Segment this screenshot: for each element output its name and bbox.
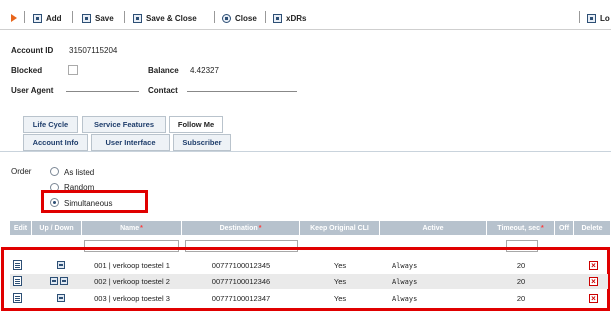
save-button[interactable]: Save <box>82 11 114 25</box>
logout-icon <box>587 13 596 23</box>
order-label: Order <box>11 167 32 176</box>
row-keep-cli: Yes <box>333 294 347 303</box>
col-keep-cli: Keep Original CLI <box>300 221 380 235</box>
col-delete: Delete <box>574 221 611 235</box>
col-name: Name * <box>82 221 182 235</box>
user-agent-value <box>66 91 139 92</box>
row-destination: 00777100012346 <box>211 277 271 286</box>
tab-life-cycle[interactable]: Life Cycle <box>23 116 78 133</box>
col-off: Off <box>555 221 574 235</box>
contact-label: Contact <box>148 86 178 95</box>
row-name: 002 | verkoop toestel 2 <box>94 277 170 286</box>
col-timeout: Timeout, sec * <box>487 221 555 235</box>
tab-follow-me[interactable]: Follow Me <box>169 116 223 133</box>
edit-icon[interactable] <box>13 260 22 270</box>
delete-icon[interactable]: × <box>589 277 598 286</box>
col-destination: Destination * <box>182 221 300 235</box>
tab-user-interface[interactable]: User Interface <box>91 134 170 151</box>
required-mark: * <box>258 224 262 232</box>
row-keep-cli: Yes <box>333 261 347 270</box>
save-icon <box>82 13 91 23</box>
close-button[interactable]: Close <box>222 11 257 25</box>
move-down-icon[interactable] <box>57 261 65 269</box>
toolbar-divider <box>265 11 266 23</box>
row-destination: 00777100012347 <box>211 294 271 303</box>
required-mark: * <box>540 224 544 232</box>
row-active: Always <box>392 261 418 270</box>
move-down-icon[interactable] <box>60 277 68 285</box>
contact-value <box>187 91 297 92</box>
col-updown: Up / Down <box>32 221 82 235</box>
xdrs-icon <box>273 13 282 23</box>
row-active: Always <box>392 277 418 286</box>
blocked-label: Blocked <box>11 66 43 75</box>
add-button[interactable]: Add <box>33 11 62 25</box>
order-as-listed-radio[interactable] <box>50 167 59 176</box>
balance-label: Balance <box>148 66 179 75</box>
row-timeout: 20 <box>516 294 526 303</box>
order-simultaneous-radio-front[interactable] <box>50 198 59 207</box>
toolbar-divider <box>579 11 580 23</box>
row-timeout: 20 <box>516 277 526 286</box>
edit-icon[interactable] <box>13 293 22 303</box>
toolbar: Add Save Save & Close Close xDRs Lo <box>0 0 611 30</box>
blocked-checkbox[interactable] <box>68 65 78 75</box>
edit-icon[interactable] <box>13 276 22 286</box>
tab-divider <box>0 151 611 152</box>
play-arrow-icon <box>11 14 17 22</box>
row-name: 001 | verkoop toestel 1 <box>94 261 170 270</box>
row-destination: 00777100012345 <box>211 261 271 270</box>
save-close-icon <box>133 13 142 23</box>
toolbar-divider <box>214 11 215 23</box>
toolbar-divider <box>124 11 125 23</box>
required-mark: * <box>140 224 143 232</box>
move-up-icon[interactable] <box>57 294 65 302</box>
row-timeout: 20 <box>516 261 526 270</box>
toolbar-divider <box>72 11 73 23</box>
tab-service-features[interactable]: Service Features <box>82 116 166 133</box>
col-edit: Edit <box>10 221 32 235</box>
logout-button[interactable]: Lo <box>587 11 610 25</box>
toolbar-divider <box>24 11 25 23</box>
delete-icon[interactable]: × <box>589 261 598 270</box>
save-close-button[interactable]: Save & Close <box>133 11 197 25</box>
col-active: Active <box>380 221 487 235</box>
table-row: 003 | verkoop toestel 3 00777100012347 Y… <box>10 291 608 306</box>
account-id-label: Account ID <box>11 46 54 55</box>
table-row: 002 | verkoop toestel 2 00777100012346 Y… <box>10 274 608 289</box>
tab-subscriber[interactable]: Subscriber <box>173 134 231 151</box>
order-simultaneous-text: Simultaneous <box>64 199 113 208</box>
row-active: Always <box>392 294 418 303</box>
balance-value: 4.42327 <box>190 66 219 75</box>
add-icon <box>33 13 42 23</box>
row-name: 003 | verkoop toestel 3 <box>94 294 170 303</box>
row-keep-cli: Yes <box>333 277 347 286</box>
xdrs-button[interactable]: xDRs <box>273 11 306 25</box>
user-agent-label: User Agent <box>11 86 54 95</box>
tab-account-info[interactable]: Account Info <box>23 134 88 151</box>
table-row: 001 | verkoop toestel 1 00777100012345 Y… <box>10 258 608 273</box>
move-up-icon[interactable] <box>50 277 58 285</box>
delete-icon[interactable]: × <box>589 294 598 303</box>
order-as-listed-label: As listed <box>64 168 95 177</box>
account-id-value: 31507115204 <box>69 46 118 55</box>
close-icon <box>222 13 231 23</box>
